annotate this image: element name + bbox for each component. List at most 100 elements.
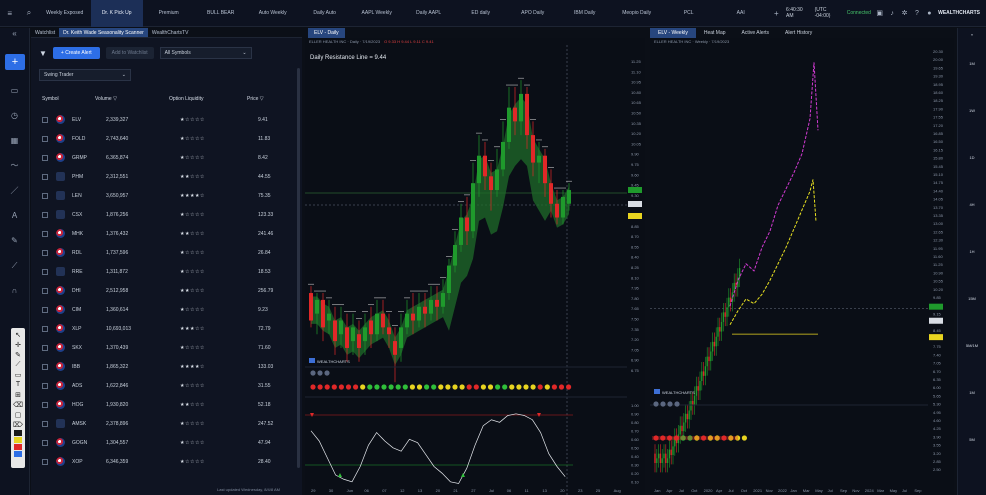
color-swatch-black[interactable] xyxy=(14,430,22,436)
add-watchlist-button[interactable]: Add to Watchlist xyxy=(105,47,154,59)
account-icon[interactable]: ● xyxy=(926,9,933,17)
layout-tab[interactable]: Daily AAPL xyxy=(403,0,455,27)
layout-tab[interactable]: Premium xyxy=(143,0,195,27)
comment-icon[interactable]: ▢ xyxy=(13,410,23,419)
text-icon[interactable]: A xyxy=(0,203,29,228)
table-row[interactable]: DHI 2,512,958 ★★☆☆☆ 256.79 xyxy=(31,281,302,300)
layout-tab[interactable]: IBM Daily xyxy=(559,0,611,27)
table-row[interactable]: RDL 1,737,596 ★☆☆☆☆ 26.84 xyxy=(31,243,302,262)
strategy-select[interactable]: Swing Trader ⌄ xyxy=(39,69,131,81)
daily-chart-canvas[interactable]: 11.25 11.10 10.95 10.80 10.65 10.50 10.35 10.20… xyxy=(305,45,645,495)
daily-chart-tab[interactable]: ELV - Daily xyxy=(308,28,345,38)
row-checkbox[interactable] xyxy=(42,458,48,465)
table-row[interactable]: MHK 1,376,432 ★★☆☆☆ 241.46 xyxy=(31,224,302,243)
text-tool-icon[interactable]: T xyxy=(13,380,23,389)
table-row[interactable]: ELV 2,339,327 ★☆☆☆☆ 9.41 xyxy=(31,110,302,129)
row-symbol[interactable]: CIM xyxy=(72,307,106,313)
indicator-toggle-icon[interactable] xyxy=(310,370,316,376)
table-row[interactable]: CIM 1,360,614 ★☆☆☆☆ 9.23 xyxy=(31,300,302,319)
row-symbol[interactable]: XOP xyxy=(72,459,106,465)
weekly-panel-tab[interactable]: Alert History xyxy=(777,28,820,38)
table-row[interactable]: LEN 3,650,957 ★★★★☆ 75.35 xyxy=(31,186,302,205)
create-alert-button[interactable]: + Create Alert xyxy=(52,47,100,59)
layout-tab[interactable]: Daily Auto xyxy=(299,0,351,27)
brush-icon[interactable]: ✎ xyxy=(13,350,23,359)
row-symbol[interactable]: IBB xyxy=(72,364,106,370)
cursor-icon[interactable]: ↖ xyxy=(13,330,23,339)
color-swatch-yellow[interactable] xyxy=(14,437,22,443)
row-checkbox[interactable] xyxy=(42,439,48,446)
row-symbol[interactable]: GOGN xyxy=(72,440,106,446)
table-row[interactable]: IBB 1,865,322 ★★★★☆ 133.03 xyxy=(31,357,302,376)
table-row[interactable]: SKX 1,370,439 ★☆☆☆☆ 71.60 xyxy=(31,338,302,357)
row-checkbox[interactable] xyxy=(42,249,48,256)
tab-watchlist[interactable]: Watchlist xyxy=(31,28,59,37)
row-checkbox[interactable] xyxy=(42,382,48,389)
row-symbol[interactable]: SKX xyxy=(72,345,106,351)
row-checkbox[interactable] xyxy=(42,268,48,275)
layout-tab[interactable]: ED daily xyxy=(455,0,507,27)
timeframe-button[interactable]: 5M/1M xyxy=(958,322,986,369)
timeframe-button[interactable]: 1D xyxy=(958,134,986,181)
layout-tab[interactable]: Dr. K Pick Up xyxy=(90,0,143,27)
col-price[interactable]: Price ▽ xyxy=(247,96,277,106)
bell-icon[interactable]: ♪ xyxy=(888,9,895,17)
collapse-left-icon[interactable]: « xyxy=(0,28,29,38)
line-tool-icon[interactable]: ⟋ xyxy=(13,360,23,369)
rectangle-icon[interactable]: ▭ xyxy=(13,370,23,379)
row-checkbox[interactable] xyxy=(42,192,48,199)
row-symbol[interactable]: ADS xyxy=(72,383,106,389)
weekly-chart-canvas[interactable]: 20.30 20.00 19.65 19.30 18.95 18.60 18.25 17.90… xyxy=(650,45,954,495)
collapse-right-icon[interactable]: » xyxy=(958,28,986,40)
layout-tab[interactable]: APO Daily xyxy=(507,0,559,27)
weekly-panel-tab[interactable]: Active Alerts xyxy=(734,28,778,38)
table-row[interactable]: PHM 2,312,551 ★★☆☆☆ 44.55 xyxy=(31,167,302,186)
row-symbol[interactable]: XLP xyxy=(72,326,106,332)
eraser-icon[interactable]: ⌫ xyxy=(13,400,23,409)
add-button[interactable]: + xyxy=(5,54,25,70)
ruler-icon[interactable]: ⟋ xyxy=(0,253,29,278)
weekly-panel-tab[interactable]: Heat Map xyxy=(696,28,734,38)
timeframe-button[interactable]: 4H xyxy=(958,181,986,228)
row-checkbox[interactable] xyxy=(42,325,48,332)
table-row[interactable]: GOGN 1,304,557 ★☆☆☆☆ 47.94 xyxy=(31,433,302,452)
table-row[interactable]: HOG 1,930,820 ★★☆☆☆ 52.18 xyxy=(31,395,302,414)
layout-tab[interactable]: Auto Weekly xyxy=(247,0,299,27)
table-row[interactable]: RRE 1,311,872 ★☆☆☆☆ 18.53 xyxy=(31,262,302,281)
col-volume[interactable]: Volume ▽ xyxy=(95,96,169,106)
row-symbol[interactable]: PHM xyxy=(72,174,106,180)
row-checkbox[interactable] xyxy=(42,211,48,218)
table-row[interactable]: XOP 6,346,359 ★☆☆☆☆ 28.40 xyxy=(31,452,302,471)
indicator-control-icon[interactable] xyxy=(653,401,659,407)
color-swatch-blue[interactable] xyxy=(14,451,22,457)
scanner-scrollbar[interactable] xyxy=(297,68,300,468)
layout-tab[interactable]: AAPL Weekly xyxy=(351,0,403,27)
timeframe-button[interactable]: 1H xyxy=(958,228,986,275)
timeframe-button[interactable]: 1M xyxy=(958,40,986,87)
row-symbol[interactable]: GRMP xyxy=(72,155,106,161)
col-symbol[interactable]: Symbol xyxy=(31,96,95,106)
tab-wealthcharts-tv[interactable]: WealthChartsTV xyxy=(148,28,193,37)
row-symbol[interactable]: ELV xyxy=(72,117,106,123)
weekly-panel-tab[interactable]: ELV - Weekly xyxy=(650,28,696,38)
row-checkbox[interactable] xyxy=(42,116,48,123)
indicator-settings-icon[interactable] xyxy=(317,370,323,376)
line-chart-icon[interactable]: 〜 xyxy=(0,153,29,178)
row-symbol[interactable]: CSX xyxy=(72,212,106,218)
table-row[interactable]: GRMP 6,365,874 ★☆☆☆☆ 8.42 xyxy=(31,148,302,167)
row-symbol[interactable]: RRE xyxy=(72,269,106,275)
timeframe-button[interactable]: 1W xyxy=(958,87,986,134)
row-checkbox[interactable] xyxy=(42,154,48,161)
indicator-control-icon[interactable] xyxy=(674,401,680,407)
timeframe-button[interactable]: 15M xyxy=(958,275,986,322)
row-checkbox[interactable] xyxy=(42,287,48,294)
crosshair-icon[interactable]: ✛ xyxy=(13,340,23,349)
search-icon[interactable]: ⌕ xyxy=(19,8,38,18)
row-checkbox[interactable] xyxy=(42,420,48,427)
indicator-close-icon[interactable] xyxy=(324,370,330,376)
tab-seasonality-scanner[interactable]: Dr. Keith Wade Seasonality Scanner xyxy=(59,28,148,37)
table-row[interactable]: ADS 1,622,846 ★☆☆☆☆ 31.55 xyxy=(31,376,302,395)
row-checkbox[interactable] xyxy=(42,363,48,370)
table-row[interactable]: CSX 1,876,256 ★☆☆☆☆ 123.33 xyxy=(31,205,302,224)
row-symbol[interactable]: AMSK xyxy=(72,421,106,427)
